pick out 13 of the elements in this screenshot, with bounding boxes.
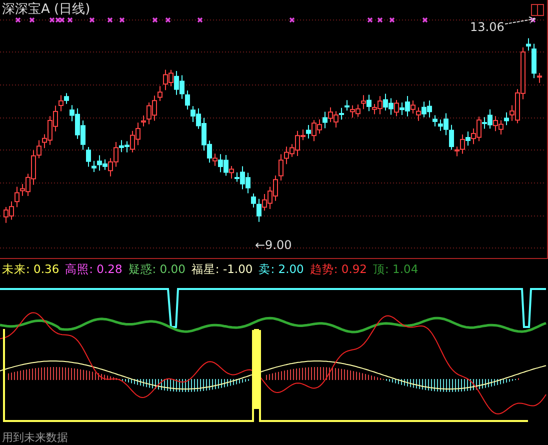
- window-title: 深深宝A (日线): [2, 1, 90, 18]
- legend-item: 未来: 0.36: [2, 262, 60, 276]
- low-price-label: ←9.00: [255, 238, 292, 252]
- status-text: 用到未来数据: [1, 430, 69, 445]
- legend-item: 疑惑: 0.00: [128, 262, 186, 276]
- leader-arrow: [504, 16, 538, 26]
- legend-item: 趋势: 0.92: [310, 262, 367, 276]
- legend-item: 福星: -1.00: [191, 262, 253, 276]
- legend-item: 高照: 0.28: [65, 262, 122, 276]
- panel-toggle-icon[interactable]: [531, 4, 544, 16]
- high-price-label: 13.06: [470, 20, 504, 34]
- legend-item: 顶: 1.04: [373, 262, 418, 276]
- legend-item: 卖: 2.00: [258, 262, 304, 276]
